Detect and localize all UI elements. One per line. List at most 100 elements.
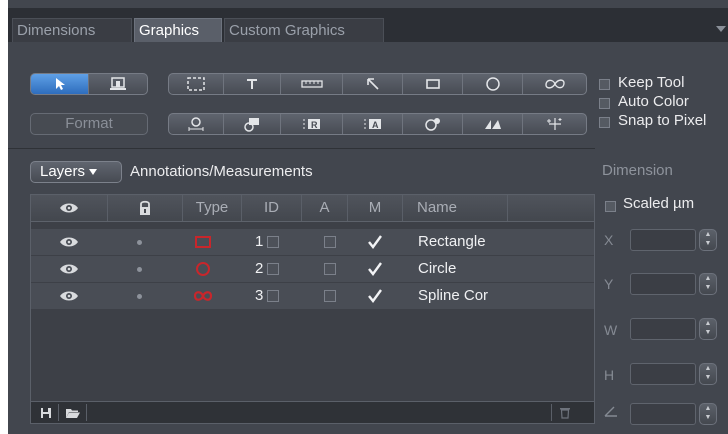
cross-icon bbox=[546, 118, 561, 130]
arrow-tool-button[interactable] bbox=[343, 74, 403, 94]
circle-shape-icon bbox=[196, 262, 210, 276]
angle-tool-button[interactable] bbox=[463, 114, 523, 134]
row-name: Rectangle bbox=[418, 233, 486, 250]
folder-open-icon bbox=[65, 408, 80, 418]
delete-button[interactable] bbox=[551, 404, 577, 421]
trash-icon bbox=[559, 408, 570, 419]
A-marker-icon: A bbox=[364, 119, 381, 130]
scale-bar-tool-button[interactable] bbox=[169, 114, 224, 134]
tab-graphics[interactable]: Graphics bbox=[134, 18, 222, 42]
a-checkbox[interactable] bbox=[324, 236, 336, 248]
row-id: 3 bbox=[255, 287, 264, 304]
y-stepper[interactable]: ▲ ▼ bbox=[699, 273, 717, 295]
color-annotation-tool-button[interactable] bbox=[224, 114, 281, 134]
lock-dot[interactable] bbox=[137, 294, 142, 299]
column-a[interactable]: A bbox=[302, 195, 348, 221]
tab-dimensions[interactable]: Dimensions bbox=[12, 18, 132, 42]
id-checkbox[interactable] bbox=[267, 290, 279, 302]
drawing-tool-group bbox=[168, 73, 587, 95]
snap-to-pixel-label: Snap to Pixel bbox=[618, 112, 707, 129]
table-row[interactable]: 1 Rectangle bbox=[31, 229, 594, 256]
h-field[interactable] bbox=[630, 363, 696, 385]
scale-bar-icon bbox=[188, 117, 204, 131]
text-icon bbox=[247, 79, 257, 89]
eye-icon bbox=[60, 203, 78, 213]
R-marker-icon: R bbox=[303, 119, 320, 130]
events-tool-button[interactable] bbox=[403, 114, 463, 134]
m-checkmark-icon[interactable] bbox=[367, 261, 383, 277]
row-name: Circle bbox=[418, 260, 457, 277]
angle-field[interactable] bbox=[630, 403, 696, 425]
dimension-title: Dimension bbox=[602, 162, 673, 179]
column-type[interactable]: Type bbox=[183, 195, 242, 221]
auto-color-checkbox[interactable] bbox=[599, 98, 610, 109]
format-button[interactable]: Format bbox=[30, 113, 148, 135]
marker-tool-group: R A bbox=[168, 113, 587, 135]
column-id[interactable]: ID bbox=[242, 195, 302, 221]
select-tool-button[interactable] bbox=[31, 74, 89, 94]
open-button[interactable] bbox=[59, 404, 87, 421]
layers-dropdown[interactable]: Layers bbox=[30, 161, 122, 183]
eye-icon[interactable] bbox=[59, 236, 79, 248]
save-button[interactable] bbox=[33, 404, 59, 421]
x-stepper[interactable]: ▲ ▼ bbox=[699, 229, 717, 251]
a-checkbox[interactable] bbox=[324, 290, 336, 302]
y-label: Y bbox=[604, 276, 614, 292]
layers-dropdown-label: Layers bbox=[40, 163, 86, 180]
spline-tool-button[interactable] bbox=[523, 74, 586, 94]
layers-table: Type ID A M Name 1 Rectangle 2 Circle 3 … bbox=[30, 194, 595, 424]
column-name[interactable]: Name bbox=[403, 195, 508, 221]
w-label: W bbox=[604, 322, 618, 338]
circle-tool-button[interactable] bbox=[463, 74, 523, 94]
a-marker-tool-button[interactable]: A bbox=[343, 114, 403, 134]
lock-dot[interactable] bbox=[137, 267, 142, 272]
stamp-tool-button[interactable] bbox=[89, 74, 147, 94]
eye-icon[interactable] bbox=[59, 290, 79, 302]
a-checkbox[interactable] bbox=[324, 263, 336, 275]
divider bbox=[8, 148, 595, 149]
rectangle-icon bbox=[425, 79, 440, 89]
m-checkmark-icon[interactable] bbox=[367, 288, 383, 304]
h-label: H bbox=[604, 367, 615, 383]
chevron-down-icon bbox=[89, 169, 98, 176]
tab-custom-graphics[interactable]: Custom Graphics bbox=[224, 18, 384, 42]
tab-menu-chevron-icon[interactable] bbox=[716, 26, 726, 32]
row-name: Spline Cor bbox=[418, 287, 489, 304]
region-tool-button[interactable] bbox=[169, 74, 224, 94]
y-field[interactable] bbox=[630, 273, 696, 295]
eye-icon[interactable] bbox=[59, 263, 79, 275]
auto-color-label: Auto Color bbox=[618, 93, 689, 110]
m-checkmark-icon[interactable] bbox=[367, 234, 383, 250]
column-visible[interactable] bbox=[31, 195, 108, 221]
w-stepper[interactable]: ▲ ▼ bbox=[699, 318, 717, 340]
angle-icon bbox=[604, 406, 617, 417]
table-row[interactable]: 2 Circle bbox=[31, 256, 594, 283]
color-annot-icon bbox=[244, 118, 259, 132]
h-stepper[interactable]: ▲ ▼ bbox=[699, 363, 717, 385]
column-m[interactable]: M bbox=[348, 195, 403, 221]
scaled-um-checkbox[interactable] bbox=[605, 201, 616, 212]
x-field[interactable] bbox=[630, 229, 696, 251]
table-row[interactable]: 3 Spline Cor bbox=[31, 283, 594, 310]
text-tool-button[interactable] bbox=[224, 74, 281, 94]
column-lock[interactable] bbox=[108, 195, 183, 221]
keep-tool-checkbox[interactable] bbox=[599, 79, 610, 90]
graphics-panel: Dimensions Graphics Custom Graphics Form… bbox=[8, 0, 728, 434]
id-checkbox[interactable] bbox=[267, 263, 279, 275]
angle-icon bbox=[484, 120, 501, 129]
snap-to-pixel-checkbox[interactable] bbox=[599, 117, 610, 128]
rectangle-tool-button[interactable] bbox=[403, 74, 463, 94]
angle-stepper[interactable]: ▲ ▼ bbox=[699, 403, 717, 425]
w-field[interactable] bbox=[630, 318, 696, 340]
svg-text:A: A bbox=[372, 120, 379, 130]
r-marker-tool-button[interactable]: R bbox=[281, 114, 343, 134]
cross-marker-tool-button[interactable] bbox=[523, 114, 586, 134]
events-icon bbox=[424, 118, 440, 131]
ruler-tool-button[interactable] bbox=[281, 74, 343, 94]
layers-title: Annotations/Measurements bbox=[130, 163, 313, 180]
circle-icon bbox=[485, 77, 500, 91]
lock-dot[interactable] bbox=[137, 240, 142, 245]
spline-icon bbox=[544, 79, 565, 89]
row-id: 1 bbox=[255, 233, 264, 250]
id-checkbox[interactable] bbox=[267, 236, 279, 248]
